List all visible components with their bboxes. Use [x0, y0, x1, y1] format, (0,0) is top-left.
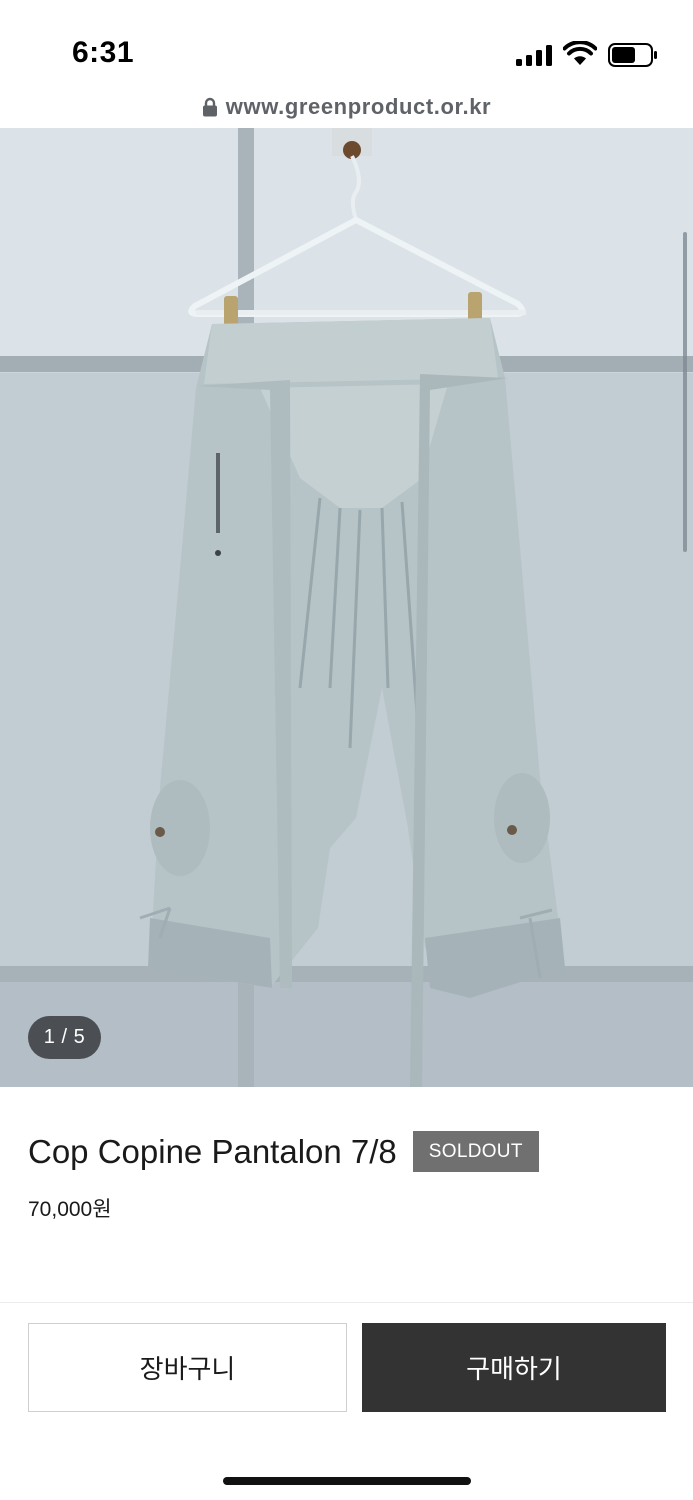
status-time: 6:31: [72, 36, 135, 69]
soldout-badge: SOLDOUT: [412, 1131, 539, 1172]
lock-icon: [202, 97, 217, 117]
image-counter: 1 / 5: [28, 1016, 101, 1059]
wifi-icon: [563, 41, 597, 65]
status-bar: 6:31: [0, 0, 693, 90]
address-bar[interactable]: www.greenproduct.or.kr: [0, 92, 693, 128]
product-photo: [0, 128, 693, 1087]
vertical-scrollbar[interactable]: [683, 232, 687, 552]
cellular-signal-icon: [516, 44, 554, 66]
product-info: Cop Copine Pantalon 7/8 SOLDOUT 70,000원: [0, 1087, 693, 1302]
title-row: Cop Copine Pantalon 7/8 SOLDOUT: [28, 1131, 539, 1172]
add-to-cart-button[interactable]: 장바구니: [28, 1323, 347, 1412]
url-text[interactable]: www.greenproduct.or.kr: [226, 94, 491, 120]
product-title: Cop Copine Pantalon 7/8: [28, 1132, 397, 1170]
battery-icon: [608, 43, 657, 67]
product-price: 70,000원: [28, 1198, 112, 1221]
buy-now-button[interactable]: 구매하기: [362, 1323, 666, 1412]
bottom-action-bar: 장바구니 구매하기: [0, 1302, 693, 1500]
home-indicator[interactable]: [223, 1477, 471, 1485]
product-image-gallery[interactable]: 1 / 5: [0, 128, 693, 1087]
